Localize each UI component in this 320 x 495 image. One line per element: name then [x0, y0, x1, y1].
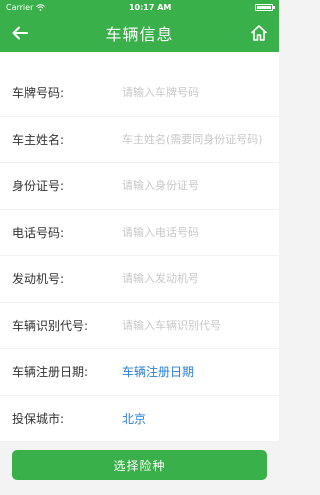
app-header: Carrier 10:17 AM 车辆信息: [0, 0, 279, 52]
home-button[interactable]: [247, 21, 271, 45]
id-card-row: 身份证号:: [0, 163, 279, 210]
plate-label: 车牌号码:: [12, 86, 65, 101]
vin-input[interactable]: [122, 318, 272, 332]
back-arrow-icon: [12, 26, 28, 40]
status-bar: Carrier 10:17 AM: [0, 0, 279, 14]
page-title: 车辆信息: [105, 25, 174, 44]
status-left: Carrier: [6, 2, 46, 12]
city-picker[interactable]: 北京: [122, 410, 146, 427]
vin-label: 车辆识别代号:: [12, 318, 89, 333]
reg-date-label: 车辆注册日期:: [12, 365, 89, 380]
phone-input[interactable]: [122, 225, 272, 239]
status-time: 10:17 AM: [128, 2, 172, 12]
city-label: 投保城市:: [12, 411, 65, 426]
id-card-input[interactable]: [122, 179, 272, 193]
vehicle-form: 车牌号码: 车主姓名: 身份证号: 电话号码: 发动机号: 车辆识别代号: 车辆…: [0, 52, 279, 442]
battery-icon: [254, 3, 275, 11]
nav-bar: 车辆信息: [0, 14, 279, 52]
reg-date-row: 车辆注册日期: 车辆注册日期: [0, 349, 279, 396]
city-row: 投保城市: 北京: [0, 396, 279, 442]
engine-input[interactable]: [122, 272, 272, 286]
reg-date-picker[interactable]: 车辆注册日期: [122, 363, 194, 380]
phone-row: 电话号码:: [0, 210, 279, 256]
owner-input[interactable]: [122, 132, 272, 146]
choose-insurance-button[interactable]: 选择险种: [12, 450, 267, 480]
id-card-label: 身份证号:: [12, 179, 65, 194]
vin-row: 车辆识别代号:: [0, 303, 279, 349]
plate-input[interactable]: [122, 86, 272, 100]
carrier-label: Carrier: [6, 2, 34, 12]
plate-row: 车牌号码:: [0, 70, 279, 117]
wifi-icon: [36, 3, 46, 11]
engine-row: 发动机号:: [0, 256, 279, 303]
owner-row: 车主姓名:: [0, 117, 279, 163]
home-icon: [251, 25, 267, 41]
engine-label: 发动机号:: [12, 272, 65, 287]
back-button[interactable]: [8, 21, 32, 45]
footer: 选择险种: [0, 442, 279, 495]
owner-label: 车主姓名:: [12, 132, 65, 147]
phone-label: 电话号码:: [12, 225, 65, 240]
